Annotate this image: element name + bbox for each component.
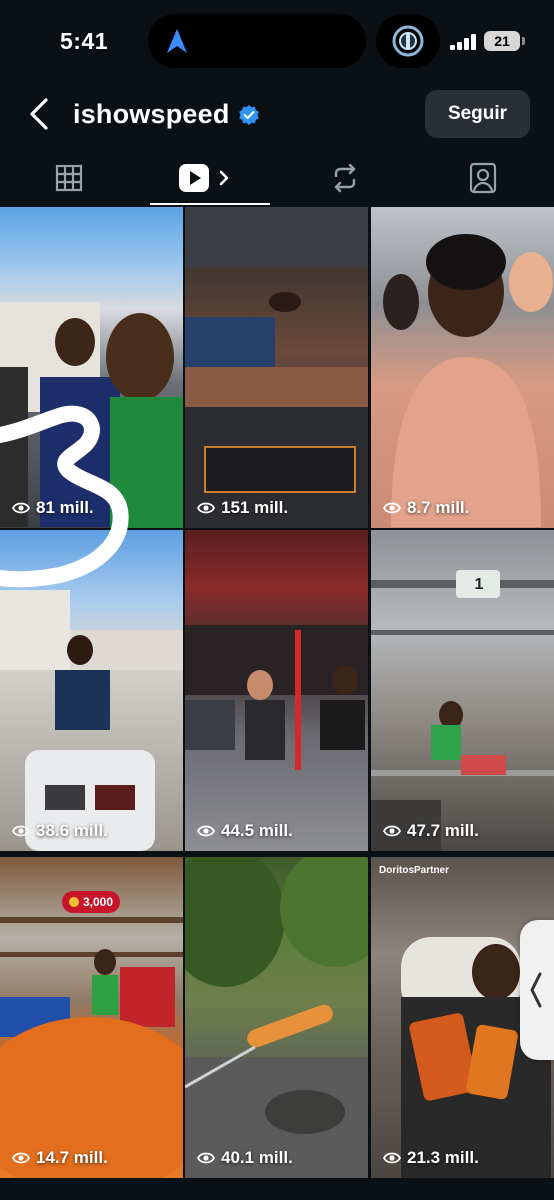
view-count-label: 151 mill. — [221, 498, 289, 517]
view-count-label: 81 mill. — [36, 498, 94, 517]
views-eye-icon — [12, 502, 30, 514]
post-thumbnail[interactable]: 40.1 mill. — [185, 857, 368, 1178]
paid-partner-label: DoritosPartner — [379, 865, 450, 876]
post-image — [185, 207, 368, 528]
view-count: 38.6 mill. — [12, 821, 108, 841]
view-count: 8.7 mill. — [383, 498, 469, 518]
views-eye-icon — [383, 825, 401, 837]
views-eye-icon — [12, 825, 30, 837]
status-bar: 5:41 21 — [0, 0, 554, 85]
tab-tagged[interactable] — [414, 150, 552, 206]
tab-grid[interactable] — [0, 150, 138, 206]
coin-badge-label: 3,000 — [82, 895, 114, 909]
views-eye-icon — [383, 502, 401, 514]
view-count-label: 40.1 mill. — [221, 1148, 293, 1167]
view-count: 44.5 mill. — [197, 821, 293, 841]
post-image — [185, 857, 368, 1178]
post-thumbnail[interactable]: 151 mill. — [185, 207, 368, 528]
post-thumbnail[interactable]: 81 mill. — [0, 207, 183, 528]
post-image — [185, 625, 368, 770]
views-eye-icon — [197, 502, 215, 514]
view-count-label: 8.7 mill. — [407, 498, 470, 517]
post-thumbnail[interactable]: 1 47.7 mill. — [371, 530, 554, 851]
view-count-label: 38.6 mill. — [36, 821, 108, 840]
status-time: 5:41 — [60, 28, 109, 54]
next-row-peek — [0, 1185, 554, 1200]
views-eye-icon — [12, 1152, 30, 1164]
post-image — [0, 590, 183, 851]
post-thumbnail[interactable]: 3,000 14.7 mill. — [0, 857, 183, 1178]
navigation-arrow-icon — [167, 29, 187, 53]
repost-icon — [334, 163, 356, 193]
tagged-icon — [469, 162, 497, 194]
tab-reposts[interactable] — [276, 150, 414, 206]
side-panel-handle[interactable] — [520, 920, 554, 1060]
post-thumbnail[interactable]: 38.6 mill. — [0, 530, 183, 851]
view-count-label: 21.3 mill. — [407, 1148, 479, 1167]
coin-icon — [68, 897, 79, 907]
signal-icon — [450, 34, 476, 50]
views-eye-icon — [197, 1152, 215, 1164]
dynamic-island — [148, 14, 366, 68]
views-eye-icon — [197, 825, 215, 837]
profile-tabs — [0, 150, 554, 206]
post-overlay-number: 1 — [474, 576, 484, 593]
profile-username: ishowspeed — [73, 99, 230, 129]
tab-reels[interactable] — [138, 150, 276, 206]
dynamic-island-app — [376, 14, 440, 68]
active-tab-indicator — [150, 203, 270, 205]
post-thumbnail[interactable]: 44.5 mill. — [185, 530, 368, 851]
view-count: 151 mill. — [197, 498, 288, 518]
view-count: 81 mill. — [12, 498, 94, 518]
view-count: 21.3 mill. — [383, 1148, 479, 1168]
chevron-left-icon — [530, 972, 542, 1008]
battery-indicator: 21 — [484, 31, 525, 51]
post-image — [0, 302, 183, 528]
post-image — [383, 234, 553, 527]
coin-badge: 3,000 — [62, 891, 120, 913]
grid-icon — [55, 164, 83, 192]
view-count: 47.7 mill. — [383, 821, 479, 841]
views-eye-icon — [383, 1152, 401, 1164]
view-count-label: 47.7 mill. — [407, 821, 479, 840]
view-count: 14.7 mill. — [12, 1148, 108, 1168]
reels-icon — [179, 164, 229, 192]
view-count-label: 14.7 mill. — [36, 1148, 108, 1167]
profile-header: ishowspeed Seguir — [0, 85, 554, 145]
verified-badge-icon — [239, 104, 259, 126]
view-count: 40.1 mill. — [197, 1148, 293, 1168]
back-arrow-icon[interactable] — [26, 97, 54, 131]
follow-button[interactable]: Seguir — [425, 90, 530, 138]
app-activity-icon — [392, 25, 424, 57]
view-count-label: 44.5 mill. — [221, 821, 293, 840]
post-thumbnail[interactable]: 8.7 mill. — [371, 207, 554, 528]
